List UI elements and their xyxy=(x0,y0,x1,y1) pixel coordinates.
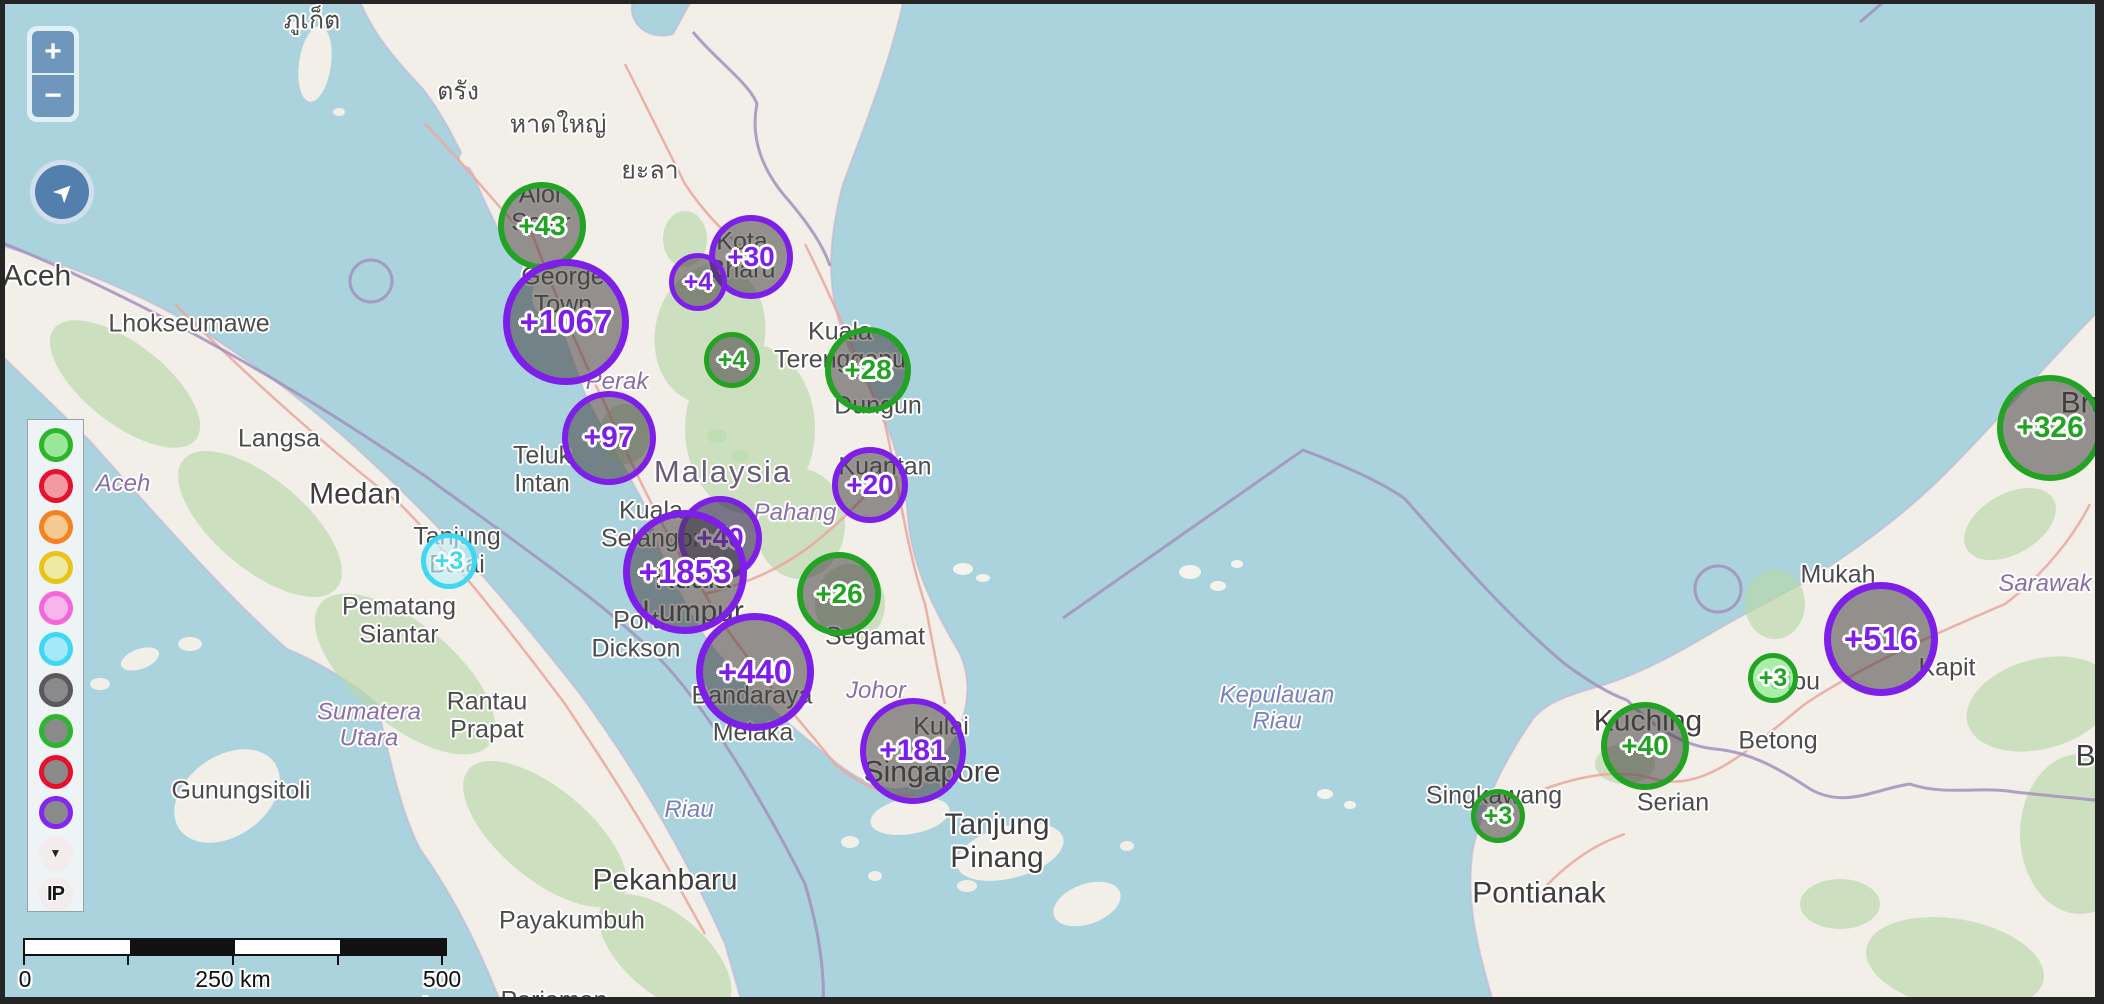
legend-ip-button[interactable]: IP xyxy=(39,877,73,911)
island xyxy=(841,836,859,848)
legend-item-pink-light[interactable] xyxy=(39,591,73,625)
scale-label-mid: 250 km xyxy=(195,966,270,993)
cluster-marker[interactable]: +4 xyxy=(669,253,727,311)
cluster-marker[interactable]: +1853 xyxy=(623,510,747,634)
island xyxy=(868,871,882,881)
island xyxy=(178,637,202,651)
legend-panel: ▼ IP xyxy=(27,419,84,912)
ip-icon: IP xyxy=(47,883,64,906)
island xyxy=(290,21,304,31)
locate-button[interactable]: ➤ xyxy=(30,160,94,224)
island xyxy=(1179,565,1201,579)
cluster-marker[interactable]: +440 xyxy=(696,613,814,731)
cluster-marker[interactable]: +97 xyxy=(562,391,656,485)
cluster-marker[interactable]: +516 xyxy=(1824,582,1938,696)
island xyxy=(953,563,973,575)
cluster-marker[interactable]: +4 xyxy=(704,332,760,388)
island xyxy=(1344,801,1356,809)
zoom-out-button[interactable]: − xyxy=(32,75,74,117)
cluster-marker[interactable]: +26 xyxy=(797,552,881,636)
locate-button-inner: ➤ xyxy=(35,165,89,219)
island xyxy=(333,108,345,116)
navigation-arrow-icon: ➤ xyxy=(45,174,81,210)
cluster-marker[interactable]: +3 xyxy=(421,533,477,589)
legend-item-purple-gray[interactable] xyxy=(39,796,73,830)
cluster-marker[interactable]: +43 xyxy=(498,182,586,270)
island xyxy=(976,574,990,582)
cluster-marker[interactable]: +181 xyxy=(860,698,966,804)
legend-item-red-gray[interactable] xyxy=(39,755,73,789)
scale-bar: 0 250 km 500 km xyxy=(23,938,447,956)
island xyxy=(957,880,977,892)
legend-collapse-button[interactable]: ▼ xyxy=(39,836,73,870)
legend-item-yellow-light[interactable] xyxy=(39,551,73,585)
basemap xyxy=(5,4,2104,1004)
cluster-marker[interactable]: +40 xyxy=(1601,702,1689,790)
scale-label-end: 500 km xyxy=(423,966,461,1004)
legend-item-red-light[interactable] xyxy=(39,469,73,503)
legend-item-gray[interactable] xyxy=(39,673,73,707)
legend-item-cyan-light[interactable] xyxy=(39,632,73,666)
scale-label-0: 0 xyxy=(19,966,32,993)
cluster-marker[interactable]: +28 xyxy=(825,327,911,413)
zoom-in-button[interactable]: + xyxy=(32,31,74,73)
cluster-marker[interactable]: +326 xyxy=(1997,375,2103,481)
cluster-marker[interactable]: +20 xyxy=(832,447,908,523)
chevron-down-icon: ▼ xyxy=(50,846,62,860)
legend-item-green-light[interactable] xyxy=(39,428,73,462)
island xyxy=(1317,789,1333,799)
island xyxy=(1231,560,1243,568)
cluster-marker[interactable]: +1067 xyxy=(503,259,629,385)
island xyxy=(90,678,110,690)
map-canvas[interactable]: ภูเก็ตตรังหาดใหญ่ยะลาAcehLhokseumaweLang… xyxy=(0,0,2104,1004)
legend-item-green-gray[interactable] xyxy=(39,714,73,748)
cluster-marker[interactable]: +3 xyxy=(1471,789,1525,843)
cluster-marker[interactable]: +3 xyxy=(1748,653,1798,703)
scale-bar-segments xyxy=(23,938,447,956)
zoom-control: + − xyxy=(27,26,79,122)
island xyxy=(1120,841,1134,851)
island xyxy=(1210,581,1226,591)
legend-item-orange-light[interactable] xyxy=(39,510,73,544)
